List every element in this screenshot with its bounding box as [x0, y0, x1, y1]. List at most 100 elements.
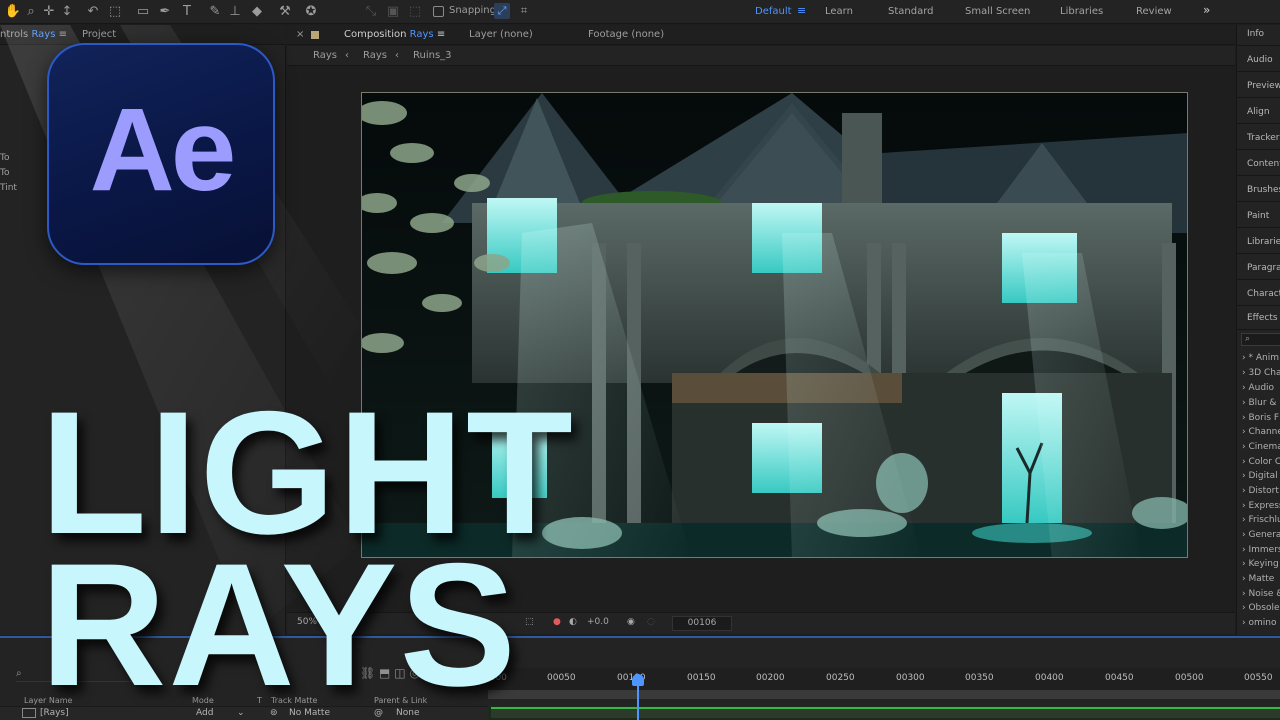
effect-category[interactable]: › 3D Cha	[1242, 368, 1280, 378]
effect-category[interactable]: › Noise &	[1242, 589, 1280, 599]
effect-category[interactable]: › Channe	[1242, 427, 1280, 437]
panel-info[interactable]: Info	[1247, 29, 1264, 39]
region-of-interest-icon[interactable]: ⬚	[525, 617, 534, 627]
channels-icon[interactable]: ●	[553, 617, 561, 627]
panel-audio[interactable]: Audio	[1247, 55, 1273, 65]
breadcrumb-item[interactable]: Rays	[363, 50, 387, 61]
breadcrumb-item[interactable]: Rays	[313, 50, 337, 61]
zoom-tool-icon[interactable]: ⌕	[22, 3, 40, 21]
close-tab-icon[interactable]: ×	[296, 29, 304, 40]
panel-libraries[interactable]: Libraries	[1247, 237, 1280, 247]
axis-world-icon[interactable]: ▣	[384, 3, 402, 21]
effect-category[interactable]: › Blur &	[1242, 398, 1276, 408]
workspace-libraries[interactable]: Libraries	[1060, 6, 1103, 17]
current-time-field[interactable]: 00106	[672, 616, 732, 631]
panel-menu-icon[interactable]: ≡	[59, 29, 67, 40]
effect-category[interactable]: › Audio	[1242, 383, 1274, 393]
effect-category-label: Express	[1248, 501, 1280, 511]
panel-align[interactable]: Align	[1247, 107, 1270, 117]
show-snapshot-icon[interactable]: ◌	[647, 617, 655, 627]
tab-effect-controls[interactable]: ntrols Rays ≡	[0, 29, 67, 40]
orbit-tool-icon[interactable]: ✛	[40, 3, 58, 21]
effect-category[interactable]: › Frischlu	[1242, 515, 1280, 525]
tab-composition[interactable]: Composition Rays ≡	[344, 29, 445, 40]
panel-character[interactable]: Character	[1247, 289, 1280, 299]
rectangle-tool-icon[interactable]: ▭	[134, 3, 152, 21]
effect-category-label: Genera	[1248, 530, 1280, 540]
effect-category[interactable]: › Matte	[1242, 574, 1274, 584]
exposure-value[interactable]: +0.0	[587, 617, 609, 627]
workspace-menu-icon[interactable]: ≡	[797, 4, 806, 17]
tab-composition-label: Composition	[344, 29, 407, 40]
workspace-learn[interactable]: Learn	[825, 6, 853, 17]
snapping-checkbox[interactable]	[433, 6, 444, 17]
effect-category[interactable]: › Genera	[1242, 530, 1280, 540]
effect-category[interactable]: › Color C	[1242, 457, 1280, 467]
effect-category-label: Matte	[1248, 574, 1275, 584]
color-management-icon[interactable]: ◐	[569, 617, 577, 627]
axis-view-icon[interactable]: ⬚	[406, 3, 424, 21]
snap-features-icon[interactable]: ⌗	[516, 3, 532, 19]
snapshot-icon[interactable]: ◉	[627, 617, 635, 627]
breadcrumb: Rays ‹ Rays ‹ Ruins_3	[287, 46, 1235, 66]
more-workspaces-icon[interactable]: »	[1203, 3, 1210, 17]
pan-behind-icon[interactable]: ⬚	[106, 3, 124, 21]
rotate-tool-icon[interactable]: ↶	[84, 3, 102, 21]
pen-tool-icon[interactable]: ✒	[156, 3, 174, 21]
clone-stamp-icon[interactable]: ⊥	[226, 3, 244, 21]
effect-category-label: 3D Cha	[1248, 368, 1280, 378]
workspace-standard[interactable]: Standard	[888, 6, 934, 17]
effect-category[interactable]: › Immersi	[1242, 545, 1280, 555]
panel-effects-presets[interactable]: Effects &	[1247, 313, 1280, 323]
eraser-tool-icon[interactable]: ◆	[248, 3, 266, 21]
playhead-handle[interactable]	[632, 674, 644, 686]
effect-param-label: To	[0, 153, 10, 163]
tab-footage[interactable]: Footage (none)	[588, 29, 664, 40]
tab-layer[interactable]: Layer (none)	[469, 29, 533, 40]
roto-brush-icon[interactable]: ⚒	[276, 3, 294, 21]
panel-content[interactable]: Content	[1247, 159, 1280, 169]
type-tool-icon[interactable]: T	[178, 3, 196, 21]
effect-category[interactable]: › * Anim	[1242, 353, 1279, 363]
panel-preview[interactable]: Preview	[1247, 81, 1280, 91]
effect-category-label: omino	[1248, 618, 1277, 628]
effect-category[interactable]: › Digital	[1242, 471, 1278, 481]
effect-category[interactable]: › Distort	[1242, 486, 1279, 496]
effect-category-label: Color C	[1248, 457, 1280, 467]
brush-tool-icon[interactable]: ✎	[206, 3, 224, 21]
breadcrumb-item[interactable]: Ruins_3	[413, 50, 452, 61]
time-ruler[interactable]	[488, 668, 1280, 690]
snap-edges-icon[interactable]: ⤢	[494, 3, 510, 19]
panel-paint[interactable]: Paint	[1247, 211, 1269, 221]
effect-category[interactable]: › Cinema	[1242, 442, 1280, 452]
panel-tracker[interactable]: Tracker	[1247, 133, 1279, 143]
effect-category[interactable]: › Express	[1242, 501, 1280, 511]
work-area-bar[interactable]	[488, 690, 1280, 699]
effects-search-input[interactable]: ⌕	[1241, 333, 1280, 346]
effect-category-label: Keying	[1248, 559, 1279, 569]
axis-local-icon[interactable]: ⤡	[362, 3, 380, 21]
effect-category[interactable]: › Obsole	[1242, 603, 1280, 613]
puppet-pin-icon[interactable]: ✪	[302, 3, 320, 21]
thumbnail-title-line-2: RAYS	[40, 528, 519, 720]
ruler-tick-label: 00200	[756, 673, 785, 683]
panel-brushes[interactable]: Brushes	[1247, 185, 1280, 195]
effect-category[interactable]: › Boris F	[1242, 413, 1279, 423]
composition-color-icon	[311, 31, 319, 39]
panel-paragraph[interactable]: Paragraph	[1247, 263, 1280, 273]
pan-tool-icon[interactable]: ↕	[58, 3, 76, 21]
ruler-tick-label: 00450	[1105, 673, 1134, 683]
workspace-review[interactable]: Review	[1136, 6, 1172, 17]
panel-menu-icon[interactable]: ≡	[437, 29, 445, 40]
effect-category[interactable]: › omino	[1242, 618, 1276, 628]
workspace-default[interactable]: Default	[755, 6, 792, 17]
workspace-small-screen[interactable]: Small Screen	[965, 6, 1030, 17]
hand-tool-icon[interactable]: ✋	[4, 3, 22, 21]
layer-duration-bar[interactable]	[491, 707, 1280, 718]
ruler-tick-label: 00150	[687, 673, 716, 683]
top-toolbar: ✋ ⌕ ✛ ↕ ↶ ⬚ ▭ ✒ T ✎ ⊥ ◆ ⚒ ✪ ⤡ ▣ ⬚ Snappi…	[0, 0, 1280, 24]
left-panel-tabs: ntrols Rays ≡ Project	[0, 25, 286, 45]
effect-category[interactable]: › Keying	[1242, 559, 1279, 569]
ruler-tick-label: 00050	[547, 673, 576, 683]
tab-project[interactable]: Project	[82, 29, 116, 40]
